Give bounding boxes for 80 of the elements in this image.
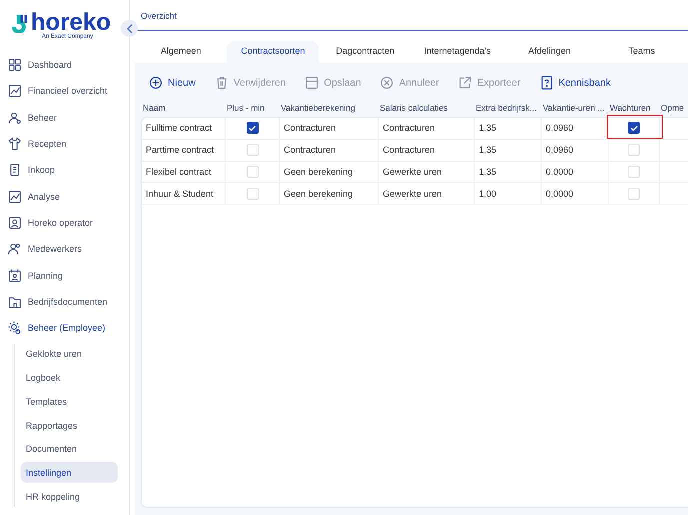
sidebar-subitem[interactable]: Rapportages <box>21 415 118 436</box>
sidebar-item[interactable]: Beheer (Employee) <box>0 314 129 342</box>
table-cell: Contracturen <box>379 140 475 161</box>
fork-logo-icon <box>9 13 29 33</box>
table-cell: Inhuur & Student <box>142 183 226 204</box>
column-header[interactable]: Plus - min <box>225 103 279 117</box>
help-icon <box>540 76 554 90</box>
folder-icon <box>8 294 22 309</box>
chevron-left-icon <box>126 24 134 34</box>
sidebar-item[interactable]: Beheer <box>0 104 129 131</box>
user-icon <box>8 110 22 125</box>
table-cell: 0,0000 <box>542 162 609 182</box>
table-cell: Geen berekening <box>280 183 379 204</box>
table-cell: Contracturen <box>280 118 379 139</box>
table-cell: 0,0000 <box>542 183 609 204</box>
sidebar-item[interactable]: Financieel overzicht <box>0 78 129 105</box>
column-header[interactable]: Extra bedrijfsk... <box>474 103 541 117</box>
table-cell: Geen berekening <box>280 162 379 182</box>
column-header[interactable]: Naam <box>141 103 225 117</box>
toolbar-button[interactable]: Kennisbank <box>540 76 620 90</box>
table-cell: 1,35 <box>475 162 542 182</box>
export-icon <box>458 76 472 90</box>
sidebar-item[interactable]: Planning <box>0 262 129 289</box>
sidebar-subitem[interactable]: Geklokte uren <box>21 344 118 365</box>
sidebar-subitem[interactable]: Templates <box>21 391 118 412</box>
toolbar-button[interactable]: Nieuw <box>149 76 205 90</box>
checkbox[interactable] <box>628 122 640 134</box>
column-header[interactable]: Salaris calculaties <box>378 103 474 117</box>
table-cell: Gewerkte uren <box>379 162 475 182</box>
chart-icon <box>8 190 22 204</box>
table-cell: 1,35 <box>475 118 542 139</box>
sidebar-subitem[interactable]: Logboek <box>21 368 118 389</box>
column-header[interactable]: Opme <box>659 103 688 117</box>
sidebar-subitem[interactable]: Instellingen <box>21 462 118 484</box>
column-header[interactable]: Vakantie-uren ... <box>541 103 608 117</box>
tab[interactable]: Internetagenda's <box>412 41 504 63</box>
table-cell: 1,35 <box>475 140 542 161</box>
shirt-icon <box>8 137 22 152</box>
tab[interactable]: Teams <box>596 41 688 63</box>
cancel-icon <box>380 76 394 90</box>
sidebar-subitem[interactable]: HR koppeling <box>21 486 118 508</box>
chart-icon <box>8 84 22 98</box>
table-cell: Parttime contract <box>142 140 226 161</box>
table-cell: 1,00 <box>475 183 542 204</box>
sidebar-item[interactable]: Recepten <box>0 130 129 158</box>
logo-text: horeko <box>31 12 112 34</box>
trash-icon <box>214 76 229 90</box>
table-cell: Flexibel contract <box>142 162 226 182</box>
check-icon <box>248 124 257 133</box>
breadcrumb-tab[interactable]: Overzicht <box>141 11 177 21</box>
sidebar-item[interactable]: Bedrijfsdocumenten <box>0 288 129 315</box>
sidebar-item[interactable]: Horeko operator <box>0 210 129 236</box>
receipt-icon <box>8 163 22 178</box>
gear-icon <box>8 321 22 336</box>
calendar-icon <box>8 268 22 283</box>
tab[interactable]: Afdelingen <box>504 41 596 63</box>
users-icon <box>8 242 22 256</box>
sidebar-item[interactable]: Inkoop <box>0 157 129 184</box>
table-cell: Fulltime contract <box>142 118 226 139</box>
table-cell: 0,0960 <box>542 118 609 139</box>
grid-icon <box>8 58 22 72</box>
sidebar-item[interactable]: Medewerkers <box>0 236 129 262</box>
sidebar-item[interactable]: Analyse <box>0 183 129 210</box>
tab[interactable]: Contractsoorten <box>227 41 320 63</box>
id-badge-icon <box>8 216 22 230</box>
column-header[interactable]: Vakantieberekening <box>279 103 378 117</box>
tab[interactable]: Algemeen <box>135 41 228 63</box>
plus-icon <box>149 76 163 90</box>
tab[interactable]: Dagcontracten <box>319 41 412 63</box>
table-cell: Gewerkte uren <box>379 183 475 204</box>
check-icon <box>630 124 638 133</box>
column-header[interactable]: Wachturen <box>608 103 659 117</box>
sidebar-subitem[interactable]: Documenten <box>21 438 118 460</box>
table-cell: Contracturen <box>379 118 475 139</box>
save-icon <box>305 76 320 90</box>
checkbox[interactable] <box>246 122 258 134</box>
collapse-button[interactable] <box>121 20 138 37</box>
table-cell: 0,0960 <box>542 140 609 161</box>
table-cell: Contracturen <box>280 140 379 161</box>
sidebar-item[interactable]: Dashboard <box>0 52 129 78</box>
